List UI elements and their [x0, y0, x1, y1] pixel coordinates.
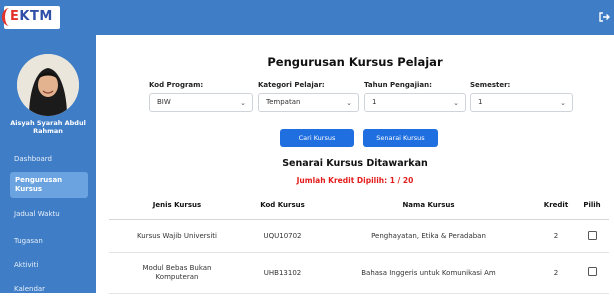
tahun-select-value: 1 — [372, 98, 377, 106]
sidebar-item-pengurusan-kursus[interactable]: Pengurusan Kursus — [10, 172, 88, 198]
course-table: Jenis Kursus Kod Kursus Nama Kursus Kred… — [109, 190, 609, 294]
semester-select[interactable]: 1 ⌄ — [470, 93, 573, 112]
jenis-kursus-cell: Modul Bebas Bukan Komputeran — [109, 252, 245, 294]
sidebar-item-aktiviti[interactable]: Aktiviti — [0, 254, 96, 276]
kategori-select-value: Tempatan — [266, 98, 301, 106]
program-select[interactable]: BIW ⌄ — [149, 93, 253, 112]
user-name: Aisyah Syarah Abdul Rahman — [10, 119, 86, 135]
kredit-cell: 2 — [537, 219, 575, 253]
chevron-down-icon: ⌄ — [346, 99, 352, 107]
table-row: Kursus Wajib Universiti UQU10702 Penghay… — [109, 219, 609, 253]
semester-select-value: 1 — [478, 98, 483, 106]
select-checkbox[interactable] — [587, 267, 597, 276]
tahun-select[interactable]: 1 ⌄ — [364, 93, 466, 112]
course-list-title: Senarai Kursus Ditawarkan — [282, 158, 428, 169]
main-content: Pengurusan Kursus Pelajar Kod Program: K… — [96, 35, 614, 294]
program-select-value: BIW — [157, 98, 171, 106]
kod-kursus-cell: UHB13102 — [245, 252, 320, 294]
kod-kursus-cell: UQU10702 — [245, 219, 320, 253]
column-header: Jenis Kursus — [109, 190, 245, 220]
kategori-select[interactable]: Tempatan ⌄ — [258, 93, 359, 112]
pilih-cell — [575, 252, 609, 294]
select-checkbox[interactable] — [587, 230, 597, 240]
column-header: Nama Kursus — [320, 190, 537, 220]
nama-kursus-cell: Bahasa Inggeris untuk Komunikasi Am — [320, 252, 537, 294]
sidebar-item-jadual-waktu[interactable]: Jadual Waktu — [0, 203, 96, 225]
column-header: Pilih — [575, 190, 609, 220]
page-title: Pengurusan Kursus Pelajar — [267, 55, 443, 69]
chevron-down-icon: ⌄ — [240, 99, 246, 107]
nama-kursus-cell: Penghayatan, Etika & Peradaban — [320, 219, 537, 253]
sidebar-item-kalendar[interactable]: Kalendar — [0, 278, 96, 300]
cari-kursus-button[interactable]: Cari Kursus — [280, 129, 354, 147]
pilih-cell — [575, 219, 609, 253]
tahun-label: Tahun Pengajian: — [364, 81, 432, 89]
sidebar: Aisyah Syarah Abdul Rahman Dashboard Pen… — [0, 35, 96, 293]
kredit-cell: 2 — [537, 252, 575, 294]
senarai-kursus-button[interactable]: Senarai Kursus — [363, 129, 438, 147]
sidebar-item-dashboard[interactable]: Dashboard — [0, 148, 96, 170]
jenis-kursus-cell: Kursus Wajib Universiti — [109, 219, 245, 253]
sidebar-item-tugasan[interactable]: Tugasan — [0, 230, 96, 252]
column-header: Kredit — [537, 190, 575, 220]
kategori-label: Kategori Pelajar: — [258, 81, 325, 89]
chevron-down-icon: ⌄ — [453, 99, 459, 107]
program-label: Kod Program: — [149, 81, 204, 89]
top-bar: EKTM — [0, 0, 614, 35]
ektm-logo[interactable]: EKTM — [2, 6, 60, 29]
jenis-kursus-line: Komputeran — [155, 273, 199, 281]
logout-icon[interactable] — [598, 11, 610, 23]
table-row: Modul Bebas Bukan Komputeran UHB13102 Ba… — [109, 252, 609, 294]
chevron-down-icon: ⌄ — [560, 99, 566, 107]
semester-label: Semester: — [470, 81, 511, 89]
column-header: Kod Kursus — [245, 190, 320, 220]
avatar[interactable] — [17, 54, 79, 116]
jenis-kursus-line: Modul Bebas Bukan — [142, 264, 212, 272]
avatar-photo — [17, 54, 79, 116]
credit-total: Jumlah Kredit Dipilih: 1 / 20 — [296, 176, 414, 185]
table-header-row: Jenis Kursus Kod Kursus Nama Kursus Kred… — [109, 190, 609, 220]
logo-text: EKTM — [10, 9, 53, 24]
